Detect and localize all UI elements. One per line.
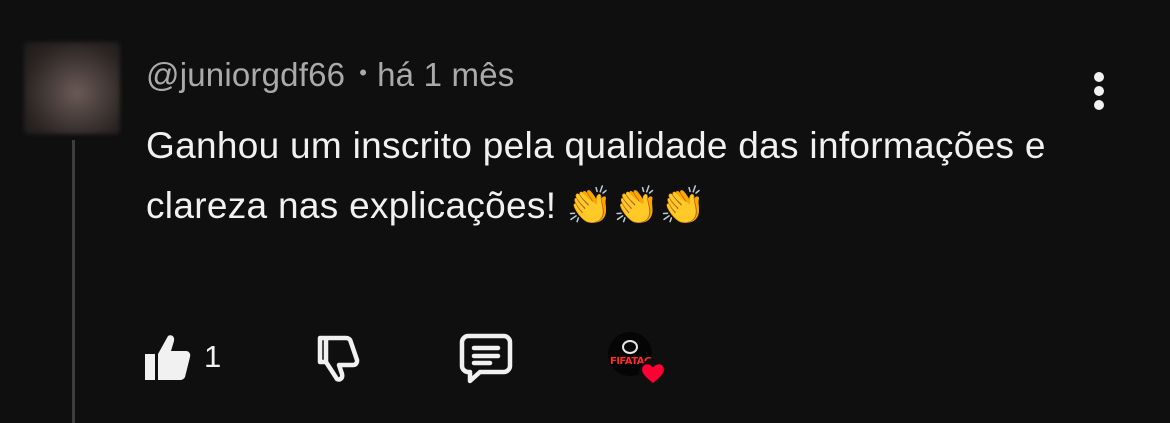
creator-heart-icon [639,359,667,387]
reply-button[interactable] [458,330,514,386]
like-button[interactable] [142,332,192,384]
thread-line [72,140,75,423]
comment-reply-icon [459,333,513,384]
author-handle[interactable]: @juniorgdf66 [146,56,345,93]
dislike-button[interactable] [312,332,364,384]
comment-meta: @juniorgdf66 • há 1 mês [146,56,514,94]
kebab-menu-icon[interactable] [1082,66,1116,116]
thumbs-up-icon [145,335,191,380]
meta-separator: • [359,60,368,86]
thumbs-down-icon [317,335,360,382]
comment-time[interactable]: há 1 mês [377,56,514,93]
comment-text: Ganhou um inscrito pela qualidade das in… [146,125,1046,226]
creator-heart: FIFATAG [608,332,670,392]
like-count: 1 [204,339,222,374]
comment-thread: @juniorgdf66 • há 1 mês Ganhou um inscrito… [0,0,1170,423]
creator-logo-mark [622,340,638,354]
author-avatar[interactable] [24,42,120,134]
